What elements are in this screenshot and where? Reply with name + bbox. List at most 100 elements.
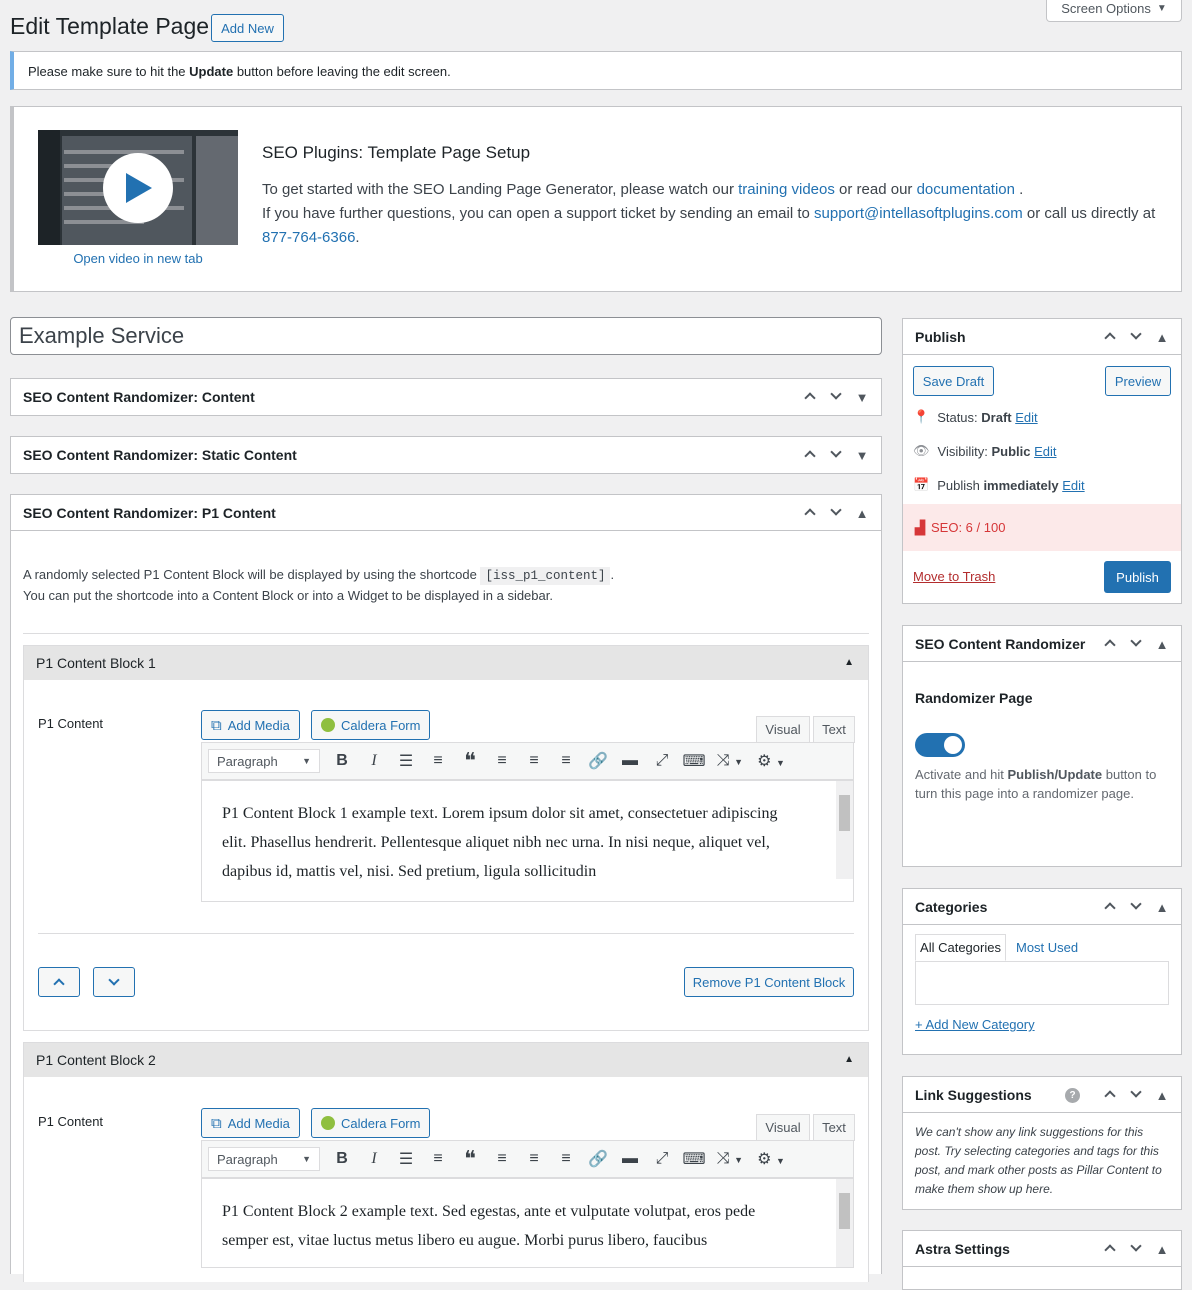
read-more-icon[interactable]: ▬	[614, 752, 646, 770]
tab-text[interactable]: Text	[813, 716, 855, 743]
move-down-icon[interactable]	[1125, 634, 1147, 652]
fullscreen-icon[interactable]: ⤢	[646, 1150, 678, 1168]
screen-options-button[interactable]: Screen Options ▼	[1046, 0, 1182, 22]
edit-status-link[interactable]: Edit	[1015, 410, 1037, 425]
move-down-icon[interactable]	[1125, 1239, 1147, 1257]
align-left-icon[interactable]: ≡	[486, 1150, 518, 1168]
align-center-icon[interactable]: ≡	[518, 1150, 550, 1168]
post-title-input[interactable]: Example Service	[10, 317, 882, 355]
bulleted-list-icon[interactable]: ☰	[390, 1149, 422, 1169]
move-up-icon[interactable]	[1099, 637, 1121, 652]
keyboard-icon[interactable]: ⌨	[678, 1149, 710, 1169]
scroll-thumb[interactable]	[839, 795, 850, 831]
move-to-trash-link[interactable]: Move to Trash	[913, 569, 995, 584]
toggle-up-icon[interactable]: ▲	[1151, 330, 1173, 345]
move-up-icon[interactable]	[1099, 1088, 1121, 1103]
move-down-icon[interactable]	[1125, 1085, 1147, 1103]
move-up-icon[interactable]	[799, 506, 821, 521]
randomizer-header[interactable]: SEO Content Randomizer ▲	[903, 626, 1181, 662]
shuffle-icon[interactable]: ⤨ ▼	[710, 1150, 750, 1168]
bulleted-list-icon[interactable]: ☰	[390, 751, 422, 771]
numbered-list-icon[interactable]: ≡	[422, 1150, 454, 1168]
paragraph-select[interactable]: Paragraph ▼	[208, 749, 320, 773]
tab-visual[interactable]: Visual	[756, 716, 810, 743]
align-right-icon[interactable]: ≡	[550, 752, 582, 770]
block-header[interactable]: P1 Content Block 1 ▲	[24, 646, 868, 680]
align-right-icon[interactable]: ≡	[550, 1150, 582, 1168]
settings-gear-icon[interactable]: ⚙ ▼	[750, 1149, 792, 1169]
paragraph-select[interactable]: Paragraph ▼	[208, 1147, 320, 1171]
toggle-up-icon[interactable]: ▲	[1151, 637, 1173, 652]
shuffle-icon[interactable]: ⤨ ▼	[710, 752, 750, 770]
blockquote-icon[interactable]: ❝	[454, 1146, 486, 1172]
phone-link[interactable]: 877-764-6366	[262, 229, 355, 246]
block-header[interactable]: P1 Content Block 2 ▲	[24, 1043, 868, 1077]
content-metabox-header[interactable]: SEO Content Randomizer: Content ▼	[11, 379, 881, 415]
help-icon[interactable]: ?	[1065, 1088, 1080, 1103]
add-new-category-link[interactable]: + Add New Category	[915, 1017, 1035, 1032]
caldera-form-button[interactable]: Caldera Form	[311, 710, 431, 740]
align-center-icon[interactable]: ≡	[518, 752, 550, 770]
toggle-down-icon[interactable]: ▼	[851, 448, 873, 463]
toggle-up-icon[interactable]: ▲	[851, 506, 873, 521]
tab-most-used[interactable]: Most Used	[1016, 940, 1078, 955]
support-email-link[interactable]: support@intellasoftplugins.com	[814, 205, 1023, 222]
fullscreen-icon[interactable]: ⤢	[646, 752, 678, 770]
move-down-icon[interactable]	[825, 503, 847, 521]
edit-schedule-link[interactable]: Edit	[1062, 478, 1084, 493]
move-up-icon[interactable]	[1099, 900, 1121, 915]
read-more-icon[interactable]: ▬	[614, 1150, 646, 1168]
move-up-icon[interactable]	[1099, 1242, 1121, 1257]
save-draft-button[interactable]: Save Draft	[913, 366, 994, 396]
move-block-up-button[interactable]	[38, 967, 80, 997]
tab-text[interactable]: Text	[813, 1114, 855, 1141]
move-down-icon[interactable]	[825, 387, 847, 405]
collapse-icon[interactable]: ▲	[844, 657, 854, 668]
move-down-icon[interactable]	[1125, 327, 1147, 345]
align-left-icon[interactable]: ≡	[486, 752, 518, 770]
move-down-icon[interactable]	[1125, 897, 1147, 915]
training-videos-link[interactable]: training videos	[738, 181, 835, 198]
toggle-up-icon[interactable]: ▲	[1151, 1088, 1173, 1103]
italic-icon[interactable]: I	[358, 752, 390, 770]
video-thumbnail[interactable]	[38, 130, 238, 245]
move-up-icon[interactable]	[1099, 330, 1121, 345]
play-icon[interactable]	[103, 153, 173, 223]
link-suggestions-header[interactable]: Link Suggestions ? ▲	[903, 1077, 1181, 1113]
link-icon[interactable]: 🔗	[582, 751, 614, 771]
static-content-metabox-header[interactable]: SEO Content Randomizer: Static Content ▼	[11, 437, 881, 473]
open-video-link[interactable]: Open video in new tab	[38, 251, 238, 266]
add-media-button[interactable]: ⧉ Add Media	[201, 1108, 300, 1138]
p1-content-metabox-header[interactable]: SEO Content Randomizer: P1 Content ▲	[11, 495, 881, 531]
toggle-up-icon[interactable]: ▲	[1151, 900, 1173, 915]
add-media-button[interactable]: ⧉ Add Media	[201, 710, 300, 740]
remove-block-button[interactable]: Remove P1 Content Block	[684, 967, 854, 997]
blockquote-icon[interactable]: ❝	[454, 748, 486, 774]
tab-all-categories[interactable]: All Categories	[915, 934, 1006, 961]
toggle-up-icon[interactable]: ▲	[1151, 1242, 1173, 1257]
editor-scrollbar[interactable]	[836, 1179, 853, 1267]
publish-button[interactable]: Publish	[1104, 561, 1171, 593]
documentation-link[interactable]: documentation	[917, 181, 1015, 198]
keyboard-icon[interactable]: ⌨	[678, 751, 710, 771]
edit-visibility-link[interactable]: Edit	[1034, 444, 1056, 459]
randomizer-toggle[interactable]	[915, 733, 965, 757]
add-new-button[interactable]: Add New	[211, 14, 284, 42]
collapse-icon[interactable]: ▲	[844, 1054, 854, 1065]
categories-header[interactable]: Categories ▲	[903, 889, 1181, 925]
toggle-down-icon[interactable]: ▼	[851, 390, 873, 405]
link-icon[interactable]: 🔗	[582, 1149, 614, 1169]
publish-header[interactable]: Publish ▲	[903, 319, 1181, 355]
italic-icon[interactable]: I	[358, 1150, 390, 1168]
editor-content[interactable]: P1 Content Block 1 example text. Lorem i…	[201, 780, 854, 902]
move-up-icon[interactable]	[799, 448, 821, 463]
move-down-icon[interactable]	[825, 445, 847, 463]
tab-visual[interactable]: Visual	[756, 1114, 810, 1141]
bold-icon[interactable]: B	[326, 752, 358, 770]
bold-icon[interactable]: B	[326, 1150, 358, 1168]
editor-content[interactable]: P1 Content Block 2 example text. Sed ege…	[201, 1178, 854, 1268]
numbered-list-icon[interactable]: ≡	[422, 752, 454, 770]
move-up-icon[interactable]	[799, 390, 821, 405]
preview-button[interactable]: Preview	[1105, 366, 1171, 396]
caldera-form-button[interactable]: Caldera Form	[311, 1108, 431, 1138]
